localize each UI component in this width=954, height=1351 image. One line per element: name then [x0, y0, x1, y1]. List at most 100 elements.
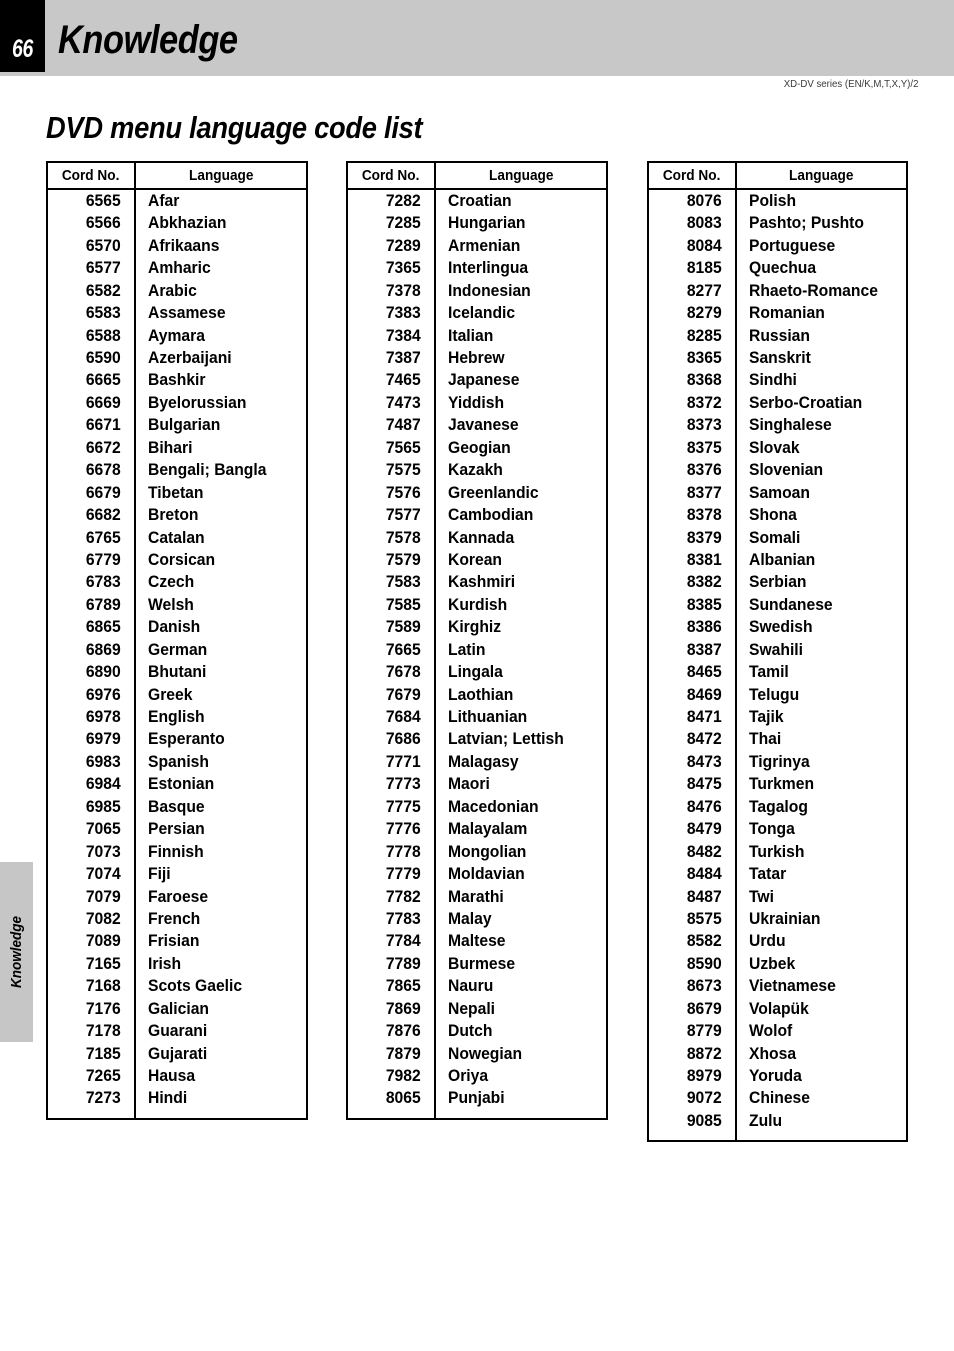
language-value: Moldavian: [448, 865, 525, 884]
language-value: Japanese: [448, 371, 520, 390]
language-value: Polish: [749, 191, 797, 210]
table-row: 8277 Rhaeto-Romance: [649, 279, 906, 303]
cell-code: 8375: [649, 436, 737, 460]
cell-language: Yoruda: [736, 1065, 906, 1087]
table-row: 7165 Irish: [48, 952, 306, 976]
cell-language: Bulgarian: [135, 414, 306, 436]
cell-code: 8381: [649, 549, 737, 572]
code-value: 6565: [86, 191, 121, 210]
cell-language: Persian: [135, 818, 306, 840]
table-row: 6984 Estonian: [48, 773, 306, 796]
table-row: 8575 Ukrainian: [649, 908, 906, 931]
cell-code: 7165: [48, 952, 136, 976]
cell-language: Tagalog: [736, 796, 906, 818]
code-value: 6588: [86, 326, 121, 345]
cell-language: Nepali: [435, 998, 606, 1020]
table-row: 7869 Nepali: [348, 997, 606, 1021]
cell-language: Slovak: [736, 437, 906, 459]
cell-code: 6789: [48, 593, 136, 617]
cell-language: Russian: [736, 325, 906, 347]
table-row: 6983 Spanish: [48, 750, 306, 774]
table-row: 7178 Guarani: [48, 1020, 306, 1043]
cell-language: Slovenian: [736, 459, 906, 481]
language-value: Bashkir: [148, 371, 206, 390]
code-value: 8084: [687, 236, 722, 255]
code-value: 8487: [687, 887, 722, 906]
language-value: Spanish: [148, 752, 209, 771]
table-row: 7378 Indonesian: [348, 279, 606, 303]
cell-code: 8471: [649, 706, 737, 729]
table-row: 9085 Zulu: [649, 1109, 906, 1133]
cell-language: Sindhi: [736, 370, 906, 392]
table-row: 7778 Mongolian: [348, 840, 606, 864]
table-row: 6890 Bhutani: [48, 661, 306, 684]
cell-language: Hausa: [135, 1065, 306, 1087]
language-value: Interlingua: [448, 259, 529, 278]
cell-language: Esperanto: [135, 729, 306, 751]
table-row: 8373 Singhalese: [649, 414, 906, 437]
page-number-block: 66: [0, 0, 45, 72]
code-value: 7575: [386, 461, 421, 480]
cell-language: Macedonian: [435, 796, 606, 818]
cell-language: Kirghiz: [435, 616, 606, 638]
cell-language: Tonga: [736, 818, 906, 840]
table-row: 6865 Danish: [48, 616, 306, 639]
table-row: 8473 Tigrinya: [649, 750, 906, 774]
table-row: 7579 Korean: [348, 549, 606, 572]
cell-language: Marathi: [435, 886, 606, 908]
language-value: Uzbek: [749, 954, 796, 973]
table-body: 7282 Croatian 7285 Hungarian 7289 Armenian 736…: [348, 189, 606, 1118]
cell-language: Frisian: [135, 930, 306, 952]
language-value: Catalan: [148, 528, 205, 547]
cell-language: Gujarati: [135, 1043, 306, 1065]
table: Cord No. Language 7282 Croatian 7285 Hungar…: [348, 163, 606, 1118]
cell-code: 7378: [348, 279, 436, 303]
language-value: Afrikaans: [148, 236, 220, 255]
code-value: 7782: [386, 887, 421, 906]
table-row: 6679 Tibetan: [48, 481, 306, 505]
cell-code: 7684: [348, 706, 436, 729]
cell-language: Vietnamese: [736, 975, 906, 997]
cell-code: 7778: [348, 840, 436, 864]
table-row: 6566 Abkhazian: [48, 212, 306, 235]
cell-code: 8373: [649, 414, 737, 437]
code-value: 6890: [86, 663, 121, 682]
cell-code: 6865: [48, 616, 136, 639]
language-value: Telugu: [749, 685, 800, 704]
cell-code: 8475: [649, 773, 737, 796]
language-value: Urdu: [749, 932, 786, 951]
language-value: Frisian: [148, 932, 200, 951]
table-row: 8679 Volapük: [649, 997, 906, 1021]
code-value: 7678: [386, 663, 421, 682]
cell-language: English: [135, 706, 306, 728]
table-row: 7365 Interlingua: [348, 257, 606, 280]
cell-code: 7185: [48, 1042, 136, 1066]
language-value: Yiddish: [448, 393, 505, 412]
language-value: Assamese: [148, 304, 226, 323]
language-value: Arabic: [148, 281, 197, 300]
cell-language: Bihari: [135, 437, 306, 459]
language-value: Guarani: [148, 1022, 208, 1041]
code-value: 7583: [386, 573, 421, 592]
table-row: 8377 Samoan: [649, 481, 906, 505]
table-row: 7771 Malagasy: [348, 750, 606, 774]
column-header-language: Language: [135, 163, 306, 190]
table-row: 8279 Romanian: [649, 302, 906, 325]
code-value: 7079: [86, 887, 121, 906]
code-value: 8471: [687, 708, 722, 727]
code-value: 6765: [86, 528, 121, 547]
code-value: 6985: [86, 797, 121, 816]
language-value: Greenlandic: [448, 483, 539, 502]
code-value: 7783: [386, 909, 421, 928]
language-value: Laothian: [448, 685, 514, 704]
table-row: 8487 Twi: [649, 885, 906, 908]
language-value: Tagalog: [749, 797, 808, 816]
cell-code: 6671: [48, 414, 136, 437]
table-row: 8482 Turkish: [649, 840, 906, 864]
cell-code: 7178: [48, 1020, 136, 1043]
cell-language: Afrikaans: [135, 235, 306, 257]
table-row: 7465 Japanese: [348, 369, 606, 392]
table-row: 6976 Greek: [48, 683, 306, 707]
cell-language: Nauru: [435, 975, 606, 997]
cell-code: 7771: [348, 750, 436, 774]
